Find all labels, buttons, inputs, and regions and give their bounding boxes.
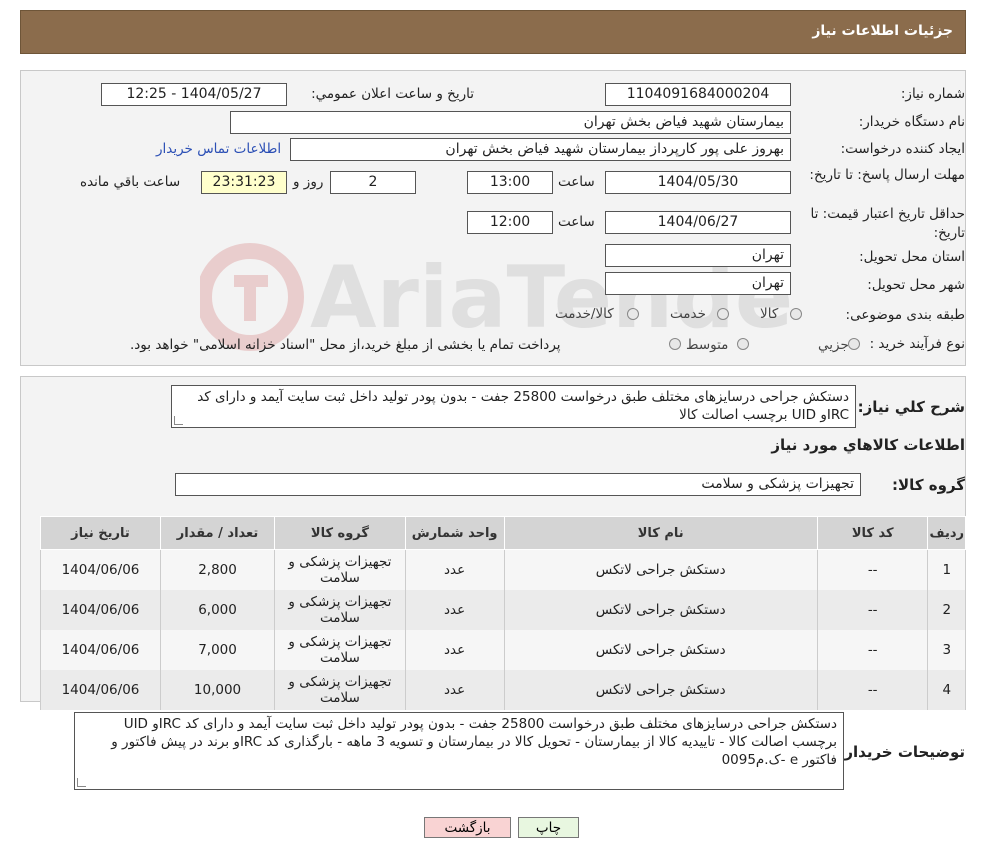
remaining-label: ساعت باقي مانده xyxy=(80,174,181,190)
province-label: استان محل تحويل: xyxy=(859,249,965,265)
resize-handle-icon[interactable] xyxy=(77,778,86,787)
process-option-minor: جزيي xyxy=(818,337,849,353)
cell-group: تجهيزات پزشکی و سلامت xyxy=(274,630,406,670)
price-date-field: 1404/06/27 xyxy=(605,211,791,234)
cell-date: 1404/06/06 xyxy=(40,590,161,630)
province-field: تهران xyxy=(605,244,791,267)
creator-label: ايجاد کننده درخواست: xyxy=(840,141,965,157)
col-name-header: نام کالا xyxy=(503,516,818,550)
need-number-label: شماره نیاز: xyxy=(900,86,965,102)
cell-row: 1 xyxy=(927,549,966,590)
price-time-field: 12:00 xyxy=(467,211,553,234)
city-label: شهر محل تحويل: xyxy=(867,277,965,293)
col-date-header: تاريخ نياز xyxy=(40,516,161,550)
cell-row: 3 xyxy=(927,630,966,670)
cell-qty: 7,000 xyxy=(159,630,276,670)
cell-code: -- xyxy=(816,670,929,710)
table-row: 1 -- دستکش جراحی لاتکس عدد تجهيزات پزشکی… xyxy=(40,549,966,590)
cell-date: 1404/06/06 xyxy=(40,549,161,590)
process-label: نوع فرآيند خريد : xyxy=(869,336,965,352)
days-label: روز و xyxy=(293,174,324,190)
buyer-notes-label: توضيحات خريدار: xyxy=(838,743,965,761)
category-radio-goods-service[interactable] xyxy=(627,308,639,320)
buyer-org-label: نام دستگاه خريدار: xyxy=(858,114,965,130)
announce-field: 1404/05/27 - 12:25 xyxy=(101,83,287,106)
need-number-field: 1104091684000204 xyxy=(605,83,791,106)
category-option-goods-service: کالا/خدمت xyxy=(555,306,614,322)
buyer-org-field: بيمارستان شهيد فياض بخش تهران xyxy=(230,111,791,134)
cell-unit: عدد xyxy=(404,549,505,590)
reply-deadline-label: مهلت ارسال پاسخ: تا تاريخ: xyxy=(809,167,965,183)
table-header-row: رديف کد کالا نام کالا واحد شمارش گروه کا… xyxy=(40,516,966,550)
cell-code: -- xyxy=(816,590,929,630)
process-radio-treasury[interactable] xyxy=(669,338,681,350)
page-title: جزئیات اطلاعات نیاز xyxy=(812,23,953,39)
cell-qty: 6,000 xyxy=(159,590,276,630)
price-validity-label: حداقل تاريخ اعتبار قيمت: تا تاريخ: xyxy=(810,206,965,241)
cell-qty: 10,000 xyxy=(159,670,276,710)
desc-text: دستکش جراحی درسایزهای مختلف طبق درخواست … xyxy=(197,389,849,423)
cell-unit: عدد xyxy=(404,590,505,630)
price-time-label: ساعت xyxy=(558,214,595,230)
reply-time-label: ساعت xyxy=(558,174,595,190)
cell-code: -- xyxy=(816,630,929,670)
cell-name: دستکش جراحی لاتکس xyxy=(503,670,818,710)
process-note: پرداخت تمام يا بخشی از مبلغ خريد،از محل … xyxy=(130,337,561,353)
cell-unit: عدد xyxy=(404,670,505,710)
cell-row: 4 xyxy=(927,670,966,710)
cell-code: -- xyxy=(816,549,929,590)
remaining-time-field: 23:31:23 xyxy=(201,171,287,194)
cell-unit: عدد xyxy=(404,630,505,670)
cell-name: دستکش جراحی لاتکس xyxy=(503,549,818,590)
table-row: 4 -- دستکش جراحی لاتکس عدد تجهيزات پزشکی… xyxy=(40,670,966,710)
category-option-goods: کالا xyxy=(760,306,779,322)
announce-label: تاریخ و ساعت اعلان عمومي: xyxy=(311,86,474,102)
resize-handle-icon[interactable] xyxy=(174,416,183,425)
cell-group: تجهيزات پزشکی و سلامت xyxy=(274,549,406,590)
table-row: 3 -- دستکش جراحی لاتکس عدد تجهيزات پزشکی… xyxy=(40,630,966,670)
cell-group: تجهيزات پزشکی و سلامت xyxy=(274,670,406,710)
buyer-contact-link[interactable]: اطلاعات تماس خريدار xyxy=(156,141,281,157)
page-header: جزئیات اطلاعات نیاز xyxy=(20,10,966,54)
creator-field: بهروز علی پور کارپرداز بيمارستان شهيد في… xyxy=(290,138,791,161)
back-button[interactable]: بازگشت xyxy=(424,817,511,838)
process-radio-medium[interactable] xyxy=(737,338,749,350)
col-unit-header: واحد شمارش xyxy=(404,516,505,550)
table-row: 2 -- دستکش جراحی لاتکس عدد تجهيزات پزشکی… xyxy=(40,590,966,630)
cell-date: 1404/06/06 xyxy=(40,670,161,710)
buyer-notes-textarea[interactable]: دستکش جراحی درسایزهای مختلف طبق درخواست … xyxy=(74,712,844,790)
process-option-medium: متوسط xyxy=(686,337,729,353)
category-label: طبقه بندی موضوعی: xyxy=(845,307,965,323)
col-group-header: گروه کالا xyxy=(274,516,406,550)
col-code-header: کد کالا xyxy=(816,516,929,550)
cell-row: 2 xyxy=(927,590,966,630)
cell-name: دستکش جراحی لاتکس xyxy=(503,630,818,670)
process-radio-minor[interactable] xyxy=(848,338,860,350)
desc-label: شرح کلي نياز: xyxy=(857,398,965,416)
buyer-notes-text: دستکش جراحی درسایزهای مختلف طبق درخواست … xyxy=(111,716,837,768)
desc-textarea[interactable]: دستکش جراحی درسایزهای مختلف طبق درخواست … xyxy=(171,385,856,428)
cell-qty: 2,800 xyxy=(159,549,276,590)
items-table-wrap: رديف کد کالا نام کالا واحد شمارش گروه کا… xyxy=(38,516,966,710)
category-radio-service[interactable] xyxy=(717,308,729,320)
col-qty-header: تعداد / مقدار xyxy=(159,516,276,550)
col-row-header: رديف xyxy=(927,516,966,550)
category-option-service: خدمت xyxy=(670,306,706,322)
city-field: تهران xyxy=(605,272,791,295)
cell-group: تجهيزات پزشکی و سلامت xyxy=(274,590,406,630)
cell-date: 1404/06/06 xyxy=(40,630,161,670)
reply-time-field: 13:00 xyxy=(467,171,553,194)
category-radio-goods[interactable] xyxy=(790,308,802,320)
cell-name: دستکش جراحی لاتکس xyxy=(503,590,818,630)
group-field: تجهيزات پزشکی و سلامت xyxy=(175,473,861,496)
reply-date-field: 1404/05/30 xyxy=(605,171,791,194)
days-count-field: 2 xyxy=(330,171,416,194)
group-label: گروه کالا: xyxy=(892,476,965,494)
items-table: رديف کد کالا نام کالا واحد شمارش گروه کا… xyxy=(40,516,966,710)
items-title: اطلاعات کالاهاي مورد نياز xyxy=(771,436,965,454)
print-button[interactable]: چاپ xyxy=(518,817,579,838)
